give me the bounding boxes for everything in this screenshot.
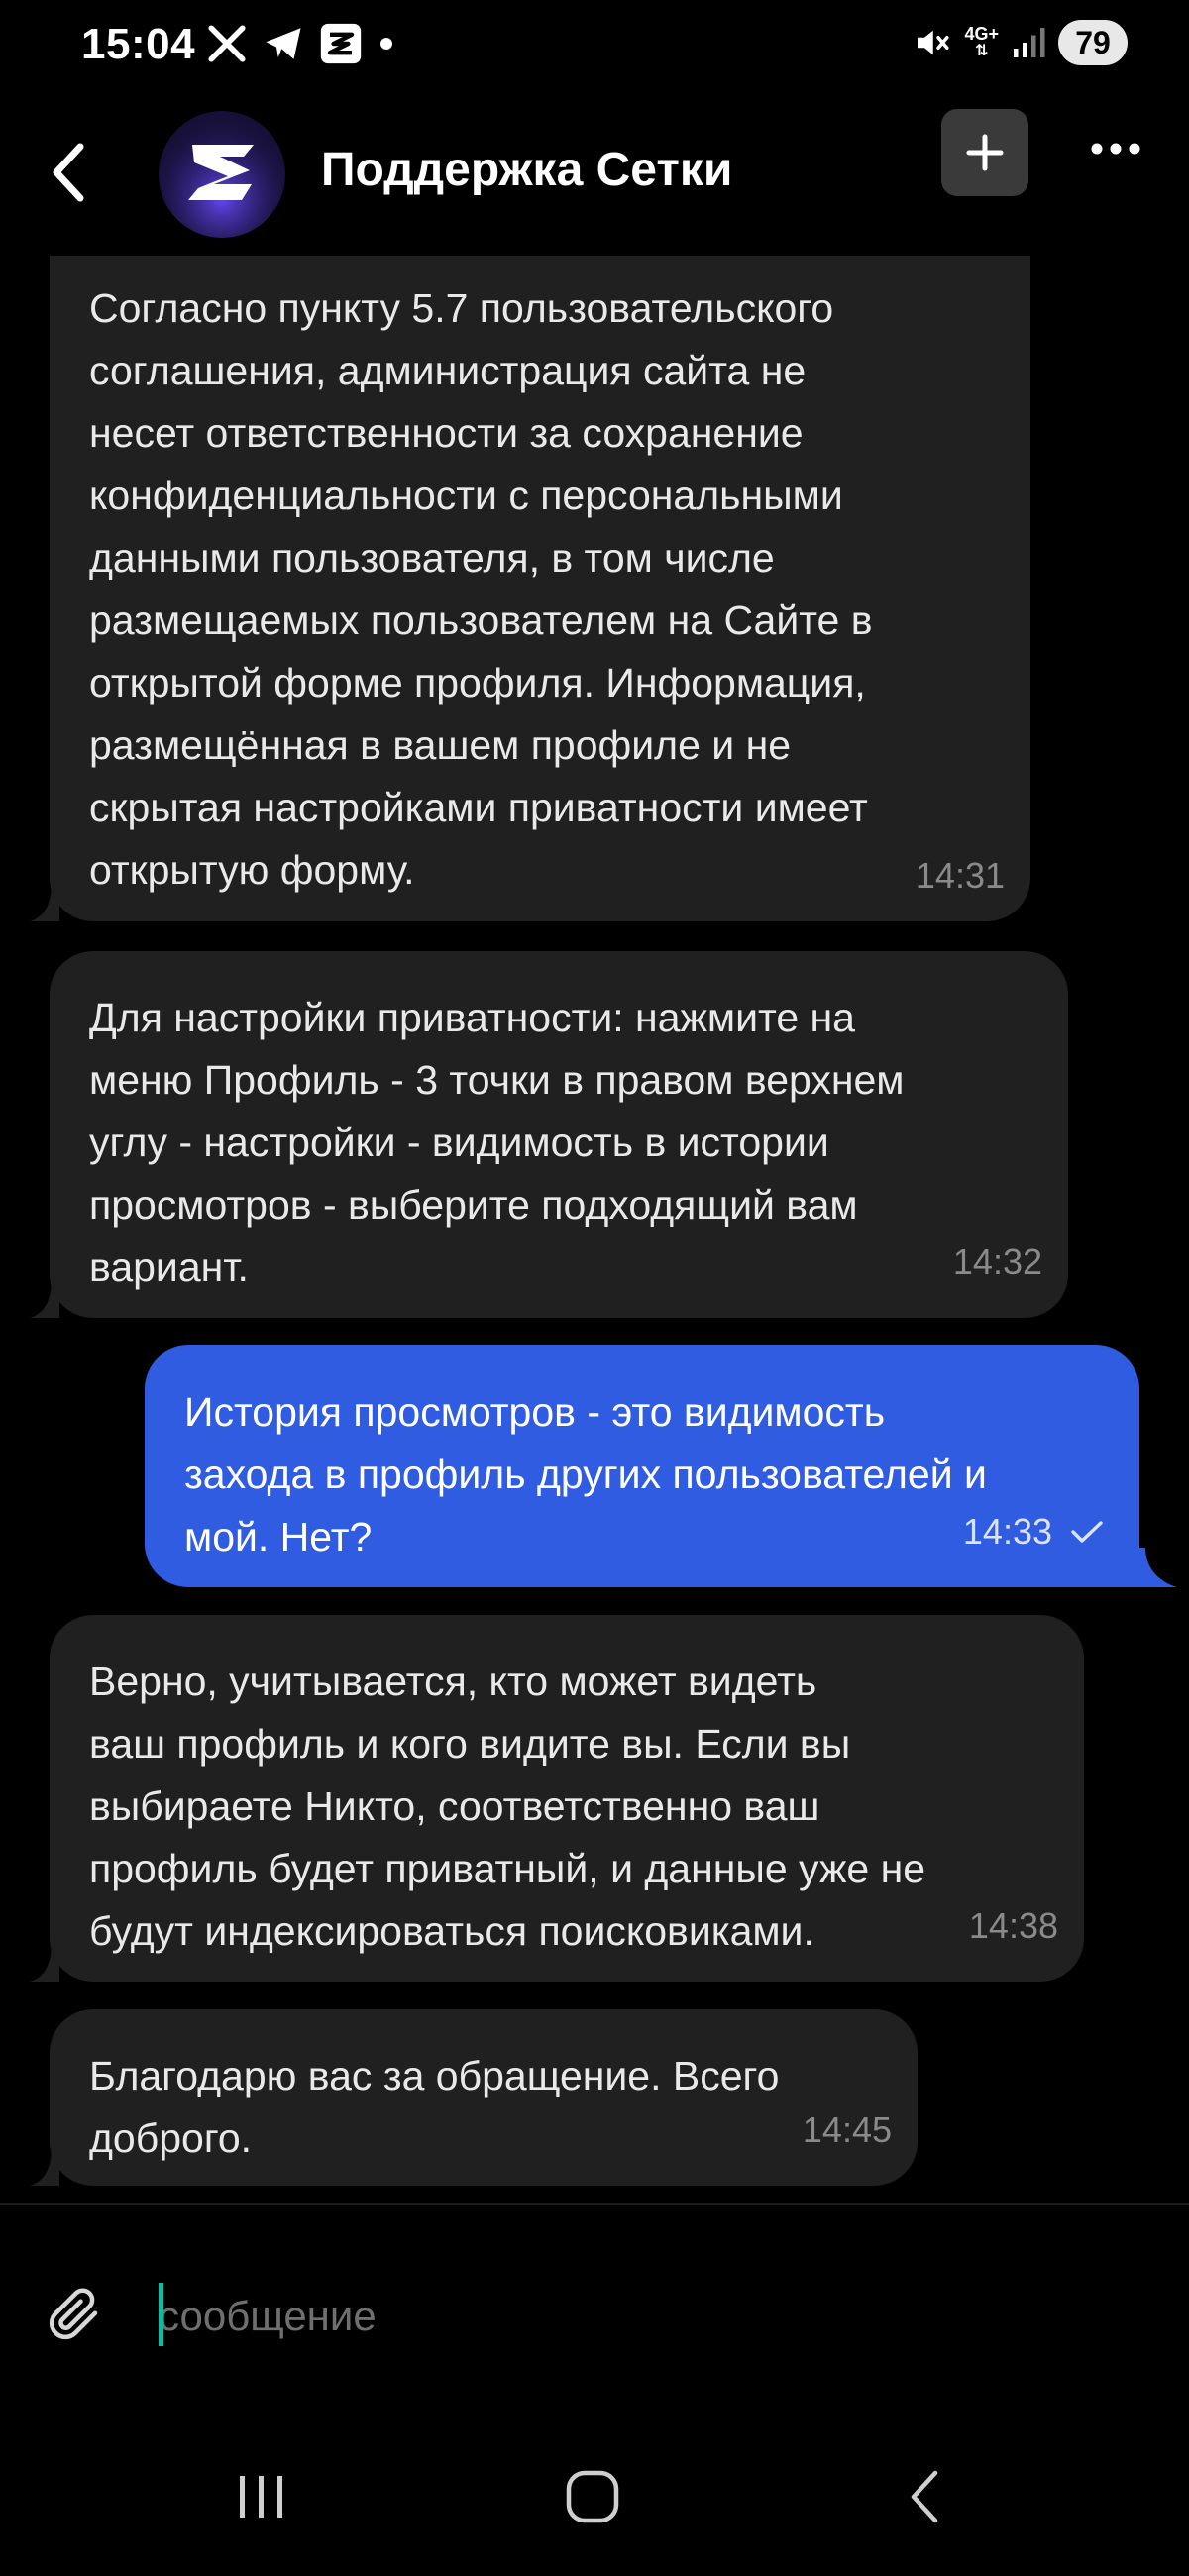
plus-icon <box>966 134 1004 171</box>
setka-logo-icon <box>159 111 285 238</box>
bubble-tail <box>1137 1548 1177 1587</box>
text-caret <box>159 2283 163 2346</box>
message-text: Согласно пункту 5.7 пользовательского со… <box>89 285 873 893</box>
message-outgoing[interactable]: История просмотров - это видимость заход… <box>145 1345 1139 1587</box>
more-dots-icon <box>1091 143 1140 155</box>
network-type: 4G+ <box>964 24 999 44</box>
message-time: 14:31 <box>915 855 1005 896</box>
status-bar: 15:04 4G+ ⇅ 79 <box>0 0 1189 95</box>
system-status-icons: 4G+ ⇅ 79 <box>911 20 1128 65</box>
message-incoming[interactable]: Для настройки приватности: нажмите на ме… <box>50 951 1068 1318</box>
setka-icon <box>320 23 362 64</box>
back-icon <box>911 2470 938 2523</box>
recents-icon <box>240 2476 282 2518</box>
message-time: 14:33 <box>963 1512 1104 1552</box>
message-time: 14:45 <box>802 2109 892 2150</box>
home-button[interactable] <box>543 2457 642 2536</box>
bubble-tail <box>30 2146 59 2186</box>
message-incoming[interactable]: Благодарю вас за обращение. Всего доброг… <box>50 2009 918 2186</box>
more-options-button[interactable] <box>1088 129 1143 168</box>
system-back-button[interactable] <box>876 2457 975 2536</box>
bubble-tail <box>30 882 59 921</box>
message-input[interactable] <box>159 2285 1110 2348</box>
message-time-label: 14:33 <box>962 1511 1052 1552</box>
avatar[interactable] <box>159 111 285 238</box>
status-time: 15:04 <box>81 20 196 68</box>
message-text: Для настройки приватности: нажмите на ме… <box>89 995 905 1290</box>
composer-divider <box>0 2203 1189 2205</box>
x-icon <box>208 25 246 62</box>
navigation-bar <box>0 2437 1189 2556</box>
telegram-icon <box>266 28 301 59</box>
chevron-left-icon <box>53 143 84 202</box>
add-button[interactable] <box>941 109 1028 196</box>
notification-icons <box>206 22 396 65</box>
message-incoming[interactable]: Верно, учитывается, кто может видеть ваш… <box>50 1615 1084 1982</box>
bubble-tail <box>30 1278 59 1318</box>
attach-button[interactable] <box>44 2283 107 2346</box>
chat-title: Поддержка Сетки <box>321 144 733 196</box>
paperclip-icon <box>49 2288 98 2340</box>
home-icon <box>566 2470 619 2523</box>
message-time: 14:38 <box>968 1905 1058 1946</box>
network-label: 4G+ ⇅ <box>964 24 999 59</box>
recents-button[interactable] <box>212 2457 311 2536</box>
back-button[interactable] <box>44 133 93 212</box>
dot-icon <box>380 38 392 50</box>
message-text: Благодарю вас за обращение. Всего доброг… <box>89 2053 780 2161</box>
signal-icon <box>1014 28 1045 57</box>
battery-icon: 79 <box>1058 20 1128 65</box>
message-incoming[interactable]: Согласно пункту 5.7 пользовательского со… <box>50 256 1030 921</box>
bubble-tail <box>30 1942 59 1982</box>
message-text: Верно, учитывается, кто может видеть ваш… <box>89 1659 926 1954</box>
mute-icon <box>918 30 949 55</box>
chat-header: Поддержка Сетки <box>0 103 1189 252</box>
message-time: 14:32 <box>952 1241 1042 1282</box>
checkmark-icon <box>1071 1521 1103 1543</box>
